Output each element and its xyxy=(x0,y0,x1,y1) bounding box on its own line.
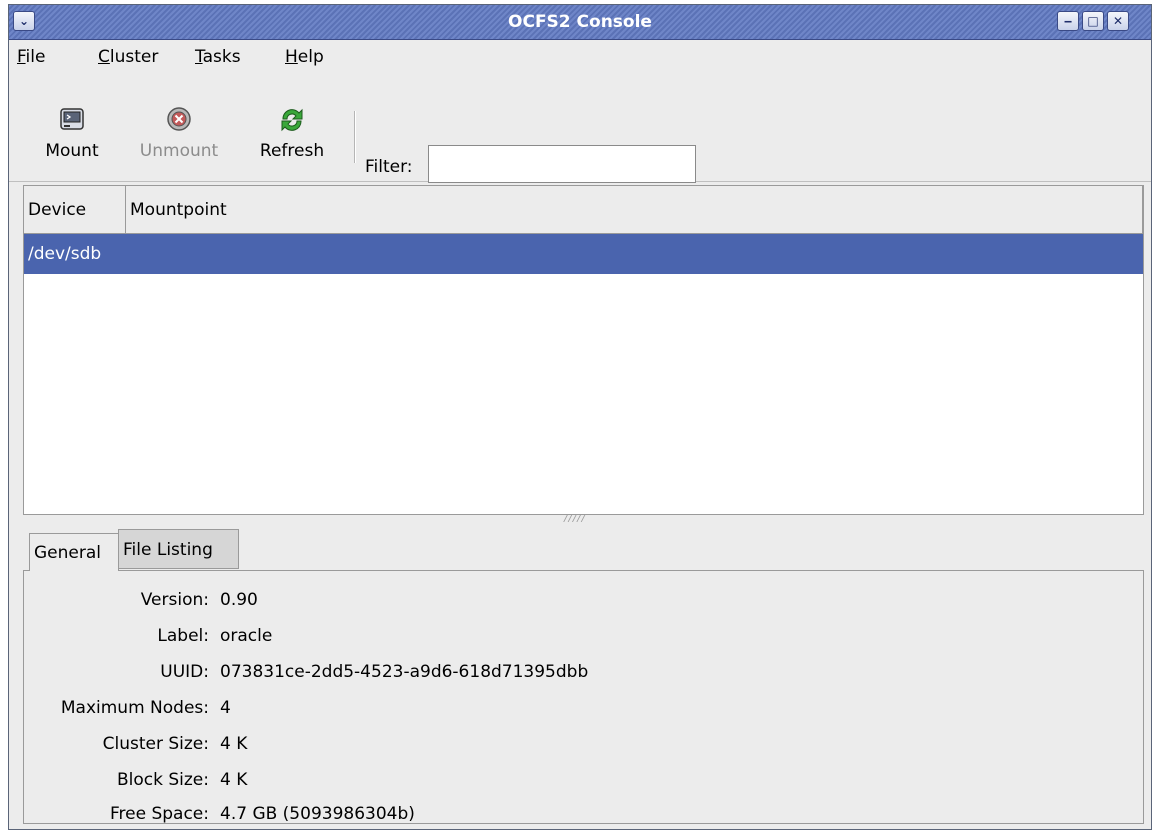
tab-general[interactable]: General xyxy=(29,533,119,571)
tab-file-listing[interactable]: File Listing xyxy=(118,529,239,569)
drive-icon xyxy=(60,108,84,130)
detail-label: Maximum Nodes: xyxy=(60,698,209,718)
pane-resize-handle[interactable]: ///// xyxy=(564,513,586,524)
window-title: OCFS2 Console xyxy=(508,12,652,32)
mount-button[interactable]: Mount xyxy=(35,105,109,161)
device-list[interactable]: Device Mountpoint /dev/sdb xyxy=(23,185,1144,515)
menu-bar: File Cluster Tasks Help xyxy=(9,40,1151,70)
detail-label: UUID: xyxy=(160,662,209,682)
refresh-button[interactable]: Refresh xyxy=(245,105,339,161)
list-item[interactable]: /dev/sdb xyxy=(24,234,1143,274)
unmount-button[interactable]: Unmount xyxy=(127,105,231,161)
minimize-icon: ‒ xyxy=(1063,14,1073,28)
mount-label: Mount xyxy=(45,141,99,161)
toolbar: Mount Unmount Refresh Filter: xyxy=(9,71,1151,183)
unmount-icon xyxy=(167,107,191,131)
close-icon: ✕ xyxy=(1112,14,1124,28)
detail-value: 073831ce-2dd5-4523-a9d6-618d71395dbb xyxy=(220,662,589,682)
detail-value: 4 K xyxy=(220,770,248,790)
maximize-button[interactable]: □ xyxy=(1082,11,1104,31)
refresh-label: Refresh xyxy=(259,141,325,161)
menu-cluster[interactable]: Cluster xyxy=(98,47,158,67)
toolbar-separator xyxy=(354,111,356,163)
filter-label: Filter: xyxy=(365,157,413,177)
menu-file[interactable]: File xyxy=(17,47,45,67)
menu-tasks[interactable]: Tasks xyxy=(195,47,241,67)
detail-value: oracle xyxy=(220,626,273,646)
maximize-icon: □ xyxy=(1087,14,1099,28)
detail-label: Label: xyxy=(157,626,209,646)
column-header-device[interactable]: Device xyxy=(24,186,126,234)
title-bar[interactable]: ⌄ OCFS2 Console ‒ □ ✕ xyxy=(9,5,1151,40)
menu-help[interactable]: Help xyxy=(285,47,324,67)
detail-label: Block Size: xyxy=(116,770,209,790)
app-window: ⌄ OCFS2 Console ‒ □ ✕ File Cluster Tasks… xyxy=(8,4,1152,830)
detail-label: Version: xyxy=(140,590,209,610)
detail-label: Free Space: xyxy=(109,804,209,824)
column-header-mountpoint[interactable]: Mountpoint xyxy=(126,186,1143,234)
detail-label: Cluster Size: xyxy=(102,734,209,754)
detail-value: 0.90 xyxy=(220,590,258,610)
close-button[interactable]: ✕ xyxy=(1107,11,1129,31)
minimize-button[interactable]: ‒ xyxy=(1057,11,1079,31)
refresh-icon xyxy=(281,108,303,132)
detail-value: 4.7 GB (5093986304b) xyxy=(220,804,415,824)
filter-input[interactable] xyxy=(428,145,696,183)
unmount-label: Unmount xyxy=(139,141,219,161)
detail-value: 4 xyxy=(220,698,231,718)
device-cell: /dev/sdb xyxy=(28,244,102,264)
detail-value: 4 K xyxy=(220,734,248,754)
general-panel: Version: 0.90 Label: oracle UUID: 073831… xyxy=(23,570,1144,824)
